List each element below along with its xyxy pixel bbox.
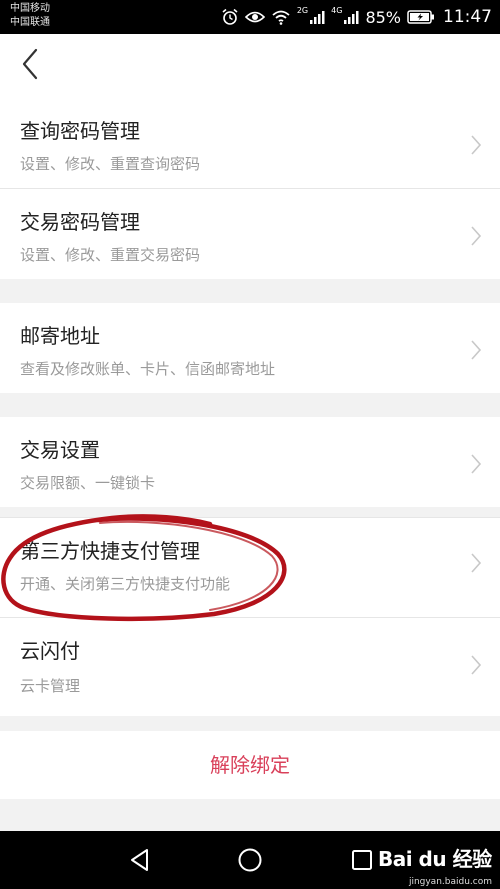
item-title: 查询密码管理 [20, 119, 140, 143]
chevron-right-icon [471, 340, 482, 360]
battery-percent: 85% [365, 7, 401, 27]
list-item-trade-settings[interactable]: 交易设置 交易限额、一键锁卡 [0, 417, 500, 507]
nav-back-button[interactable] [126, 846, 154, 874]
recents-square-icon [352, 850, 372, 870]
eye-icon [244, 9, 265, 25]
item-title: 云闪付 [20, 639, 80, 663]
chevron-left-icon [22, 48, 38, 80]
clock: 11:47 [443, 7, 492, 27]
carrier-1: 中国移动 [10, 3, 50, 14]
list-item-third-party-payment[interactable]: 第三方快捷支付管理 开通、关闭第三方快捷支付功能 [0, 518, 500, 617]
baidu-watermark: Bai du 经验 jingyan.baidu.com [376, 841, 494, 887]
watermark-brand: Bai du 经验 [378, 847, 492, 871]
back-button[interactable] [14, 44, 50, 84]
item-subtitle: 设置、修改、重置交易密码 [20, 246, 201, 264]
item-title: 第三方快捷支付管理 [20, 539, 200, 563]
unbind-button[interactable]: 解除绑定 [0, 731, 500, 799]
list-item-mailing-address[interactable]: 邮寄地址 查看及修改账单、卡片、信函邮寄地址 [0, 303, 500, 393]
item-title: 交易密码管理 [20, 210, 140, 234]
carrier-2: 中国联通 [10, 17, 50, 28]
chevron-right-icon [471, 135, 482, 155]
list-item-trade-password[interactable]: 交易密码管理 设置、修改、重置交易密码 [0, 189, 500, 279]
nav-home-button[interactable] [236, 846, 264, 874]
item-subtitle: 交易限额、一键锁卡 [20, 474, 156, 492]
status-bar: 中国移动 中国联通 2G 4G 85% 11:47 [0, 0, 500, 34]
carrier-info: 中国移动 中国联通 [10, 2, 50, 30]
back-triangle-icon [131, 849, 148, 871]
watermark-url: jingyan.baidu.com [408, 877, 492, 887]
header [0, 34, 500, 98]
battery-icon [407, 10, 435, 24]
alarm-icon [221, 8, 239, 26]
signal-icon [343, 9, 359, 25]
signal-icon [309, 9, 325, 25]
item-subtitle: 设置、修改、重置查询密码 [20, 155, 201, 173]
chevron-right-icon [471, 454, 482, 474]
status-icons: 2G 4G 85% 11:47 [221, 6, 492, 28]
chevron-right-icon [471, 655, 482, 675]
list-item-query-password[interactable]: 查询密码管理 设置、修改、重置查询密码 [0, 98, 500, 188]
chevron-right-icon [471, 226, 482, 246]
nav-recents-button[interactable] [348, 846, 376, 874]
item-title: 交易设置 [20, 438, 100, 462]
chevron-right-icon [471, 553, 482, 573]
item-title: 邮寄地址 [20, 324, 100, 348]
list-item-cloud-quickpass[interactable]: 云闪付 云卡管理 [0, 618, 500, 716]
signal-1-label: 2G [296, 6, 309, 15]
navigation-bar: Bai du 经验 jingyan.baidu.com [0, 831, 500, 889]
home-circle-icon [238, 848, 262, 872]
item-subtitle: 云卡管理 [20, 677, 81, 695]
item-subtitle: 查看及修改账单、卡片、信函邮寄地址 [20, 360, 276, 378]
signal-2-label: 4G [331, 6, 343, 15]
item-subtitle: 开通、关闭第三方快捷支付功能 [20, 575, 231, 593]
wifi-icon [271, 9, 291, 25]
